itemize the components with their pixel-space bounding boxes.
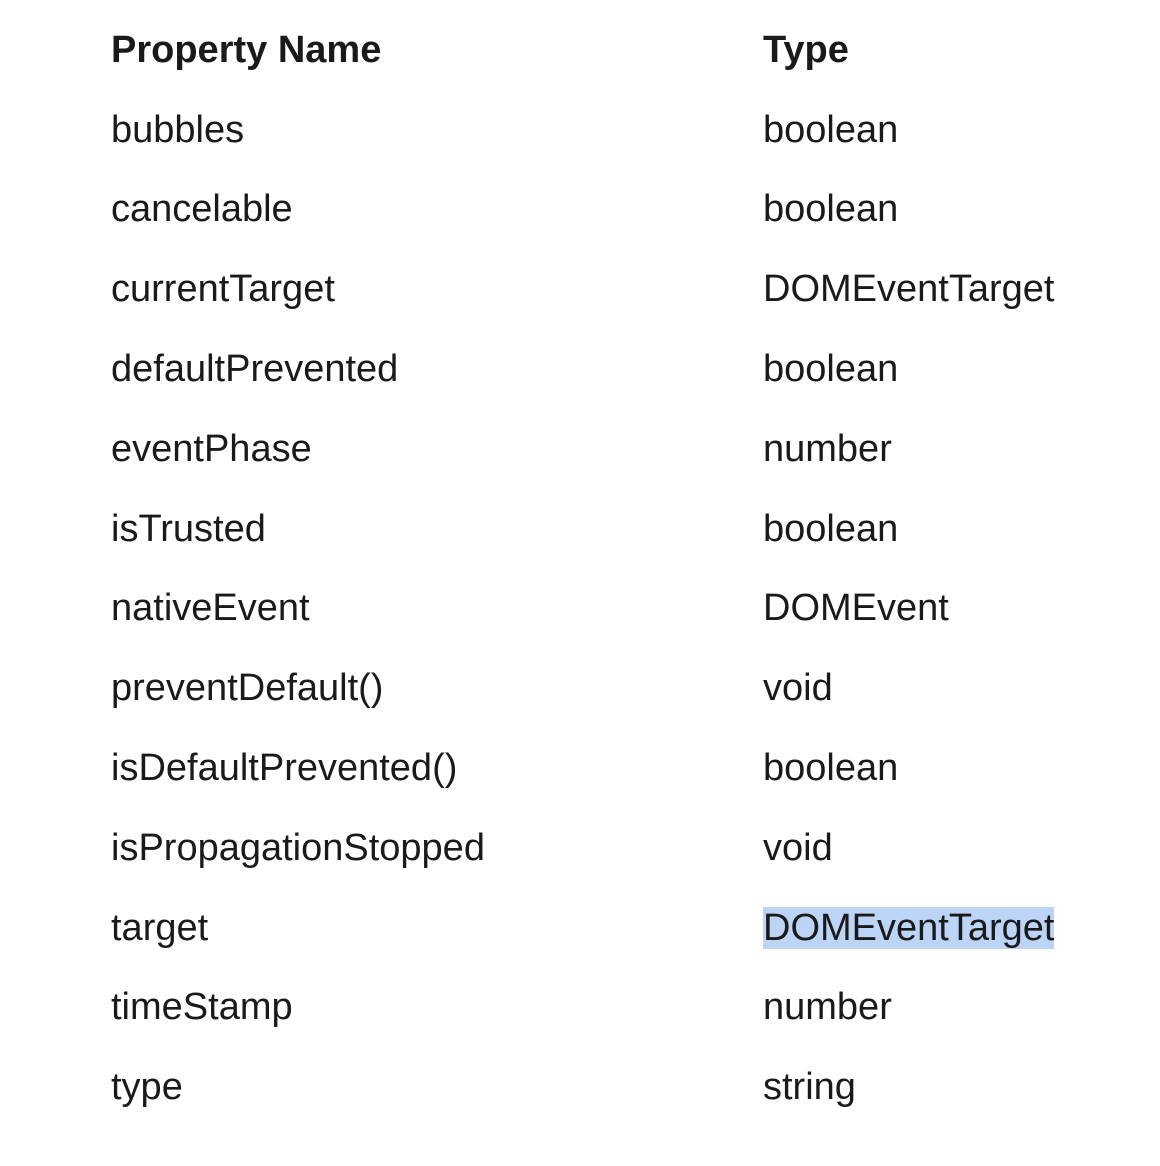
table-row: type string xyxy=(111,1047,1143,1127)
property-name-cell: isDefaultPrevented() xyxy=(111,747,458,790)
property-type-cell: DOMEvent xyxy=(763,587,949,630)
table-row: isTrusted boolean xyxy=(111,489,1143,569)
property-name-cell: currentTarget xyxy=(111,268,335,311)
table-row: preventDefault() void xyxy=(111,648,1143,728)
property-type-cell: boolean xyxy=(763,348,899,391)
property-type-cell: string xyxy=(763,1066,856,1109)
property-type-cell: boolean xyxy=(763,188,899,231)
property-name-cell: cancelable xyxy=(111,188,293,231)
selected-text[interactable]: DOMEventTarget xyxy=(763,906,1055,949)
event-properties-table: Property Name Type bubbles boolean cance… xyxy=(111,10,1143,1127)
property-type-cell: void xyxy=(763,826,833,869)
table-row: isPropagationStopped void xyxy=(111,808,1143,888)
table-row: defaultPrevented boolean xyxy=(111,329,1143,409)
property-name-cell: type xyxy=(111,1066,183,1109)
property-name-cell: nativeEvent xyxy=(111,587,310,630)
table-row: target DOMEventTarget xyxy=(111,888,1143,968)
property-type-cell: number xyxy=(763,986,892,1029)
property-type-cell: number xyxy=(763,427,892,470)
property-type-cell: void xyxy=(763,667,833,710)
property-name-cell: eventPhase xyxy=(111,427,312,470)
table-row: cancelable boolean xyxy=(111,170,1143,250)
property-type-cell: DOMEventTarget xyxy=(763,268,1055,311)
property-type-cell: boolean xyxy=(763,507,899,550)
table-row: currentTarget DOMEventTarget xyxy=(111,249,1143,329)
property-name-cell: isPropagationStopped xyxy=(111,826,485,869)
table-row: eventPhase number xyxy=(111,409,1143,489)
table-header-row: Property Name Type xyxy=(111,10,1143,90)
property-name-cell: target xyxy=(111,906,209,949)
table-row: isDefaultPrevented() boolean xyxy=(111,728,1143,808)
property-name-cell: bubbles xyxy=(111,108,245,151)
property-type-cell: DOMEventTarget xyxy=(763,888,1143,968)
property-type-cell: boolean xyxy=(763,108,899,151)
header-property-name: Property Name xyxy=(111,28,382,71)
property-type-cell: boolean xyxy=(763,747,899,790)
table-row: timeStamp number xyxy=(111,968,1143,1048)
table-row: bubbles boolean xyxy=(111,90,1143,170)
header-type: Type xyxy=(763,28,849,71)
property-name-cell: defaultPrevented xyxy=(111,348,399,391)
table-row: nativeEvent DOMEvent xyxy=(111,569,1143,649)
property-name-cell: isTrusted xyxy=(111,507,266,550)
property-name-cell: timeStamp xyxy=(111,986,293,1029)
property-name-cell: preventDefault() xyxy=(111,667,384,710)
